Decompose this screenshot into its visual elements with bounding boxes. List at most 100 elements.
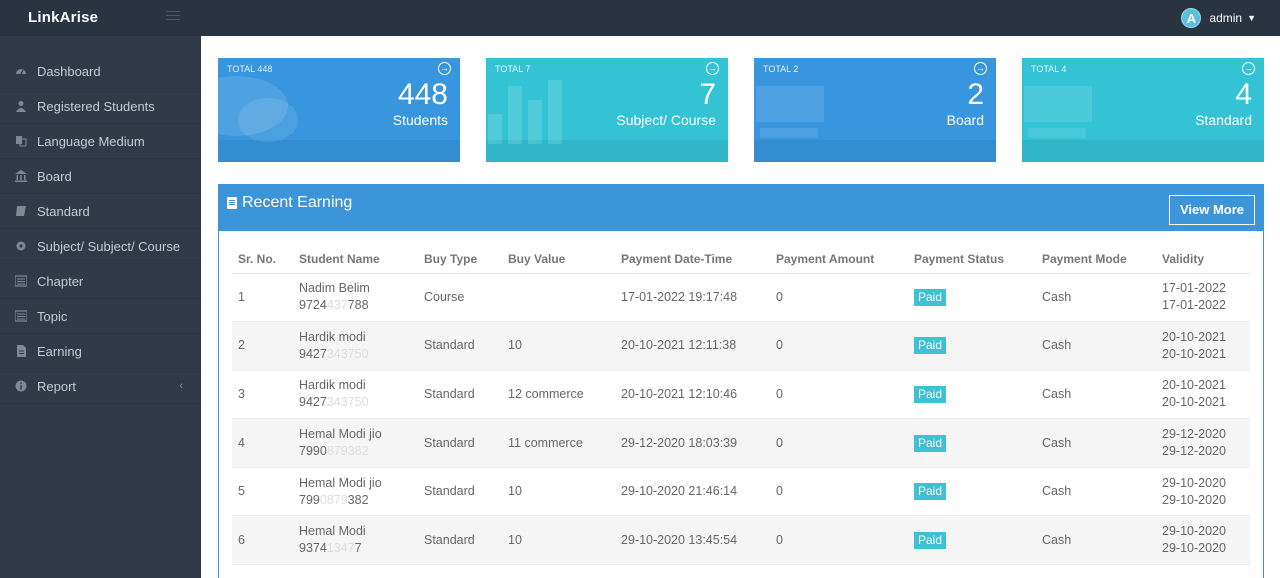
list-icon	[15, 275, 27, 287]
sr-no: 4	[232, 418, 293, 468]
payment-datetime: 17-01-2022 19:17:48	[615, 273, 770, 323]
column-header[interactable]: Payment Amount	[770, 245, 908, 274]
earning-table: Sr. No. Student Name Buy Type Buy Value …	[232, 245, 1250, 566]
column-header[interactable]: Student Name	[293, 245, 418, 274]
stat-footer-text: TOTAL 2	[763, 64, 799, 74]
sr-no: 3	[232, 370, 293, 420]
column-header[interactable]: Sr. No.	[232, 245, 293, 274]
sidebar-item-label: Topic	[37, 308, 68, 324]
status-badge: Paid	[914, 288, 947, 306]
student-name: Hemal Modi	[299, 524, 366, 539]
stat-card-students[interactable]: 448 Students TOTAL 448 →	[218, 58, 460, 162]
stat-card-board[interactable]: 2 Board TOTAL 2 →	[754, 58, 996, 162]
student-phone: 937413477	[299, 541, 362, 556]
language-icon	[16, 136, 27, 147]
arrow-circle-right-icon[interactable]: →	[1242, 62, 1255, 75]
payment-status-cell: Paid	[908, 418, 1036, 468]
dashboard-icon	[16, 69, 26, 75]
list-alt-icon	[15, 310, 27, 322]
sidebar-item-language-medium[interactable]: Language Medium	[0, 124, 201, 159]
panel-title-text: Recent Earning	[242, 194, 353, 211]
sidebar-item-dashboard[interactable]: Dashboard	[0, 54, 201, 89]
hamburger-menu-icon[interactable]	[166, 11, 180, 23]
column-header[interactable]: Buy Value	[502, 245, 615, 274]
buy-value: 10	[502, 321, 615, 371]
table-row[interactable]: 5 Hemal Modi jio 7990879382 Standard 10 2…	[232, 467, 1250, 517]
sidebar-item-earning[interactable]: Earning	[0, 334, 201, 369]
sidebar-item-board[interactable]: Board	[0, 159, 201, 194]
sidebar-item-report[interactable]: Report ‹	[0, 369, 201, 404]
username: admin	[1209, 11, 1243, 25]
book-icon	[16, 206, 26, 216]
payment-amount: 0	[770, 321, 908, 371]
sidebar-item-label: Registered Students	[37, 98, 155, 114]
student-name: Hemal Modi jio	[299, 475, 382, 490]
student-name: Hardik modi	[299, 378, 366, 393]
column-header[interactable]: Payment Date-Time	[615, 245, 770, 274]
sidebar-item-chapter[interactable]: Chapter	[0, 264, 201, 299]
brand-logo[interactable]: LinkArise	[28, 9, 98, 26]
view-more-button[interactable]: View More	[1169, 195, 1255, 225]
payment-mode: Cash	[1036, 273, 1156, 323]
column-header[interactable]: Buy Type	[418, 245, 502, 274]
table-row[interactable]: 1 Nadim Belim 9724437788 Course 17-01-202…	[232, 273, 1250, 323]
sidebar-item-standard[interactable]: Standard	[0, 194, 201, 229]
sr-no: 1	[232, 273, 293, 323]
stat-value: 2	[967, 78, 984, 111]
user-menu[interactable]: A admin ▼	[1181, 6, 1256, 30]
arrow-circle-right-icon[interactable]: →	[706, 62, 719, 75]
buy-type: Standard	[418, 467, 502, 517]
table-row[interactable]: 2 Hardik modi 9427343750 Standard 10 20-1…	[232, 321, 1250, 371]
sr-no: 5	[232, 467, 293, 517]
stat-label: Standard	[1195, 112, 1252, 128]
sidebar-item-registered-students[interactable]: Registered Students	[0, 89, 201, 124]
arrow-circle-right-icon[interactable]: →	[438, 62, 451, 75]
payment-mode: Cash	[1036, 370, 1156, 420]
payment-status-cell: Paid	[908, 515, 1036, 566]
arrow-circle-right-icon[interactable]: →	[974, 62, 987, 75]
validity-cell: 20-10-2021 20-10-2021	[1156, 370, 1250, 420]
student-name-cell: Hemal Modi 937413477	[293, 515, 418, 566]
payment-status-cell: Paid	[908, 370, 1036, 420]
buy-value: 11 commerce	[502, 418, 615, 468]
column-header[interactable]: Payment Status	[908, 245, 1036, 274]
table-row[interactable]: 4 Hemal Modi jio 7990879382 Standard 11 c…	[232, 418, 1250, 468]
payment-status-cell: Paid	[908, 273, 1036, 323]
payment-mode: Cash	[1036, 418, 1156, 468]
sidebar-item-label: Earning	[37, 343, 82, 359]
stat-value: 7	[699, 78, 716, 111]
student-name-cell: Hardik modi 9427343750	[293, 370, 418, 420]
sr-no: 6	[232, 515, 293, 566]
stat-footer	[486, 140, 728, 162]
column-header[interactable]: Payment Mode	[1036, 245, 1156, 274]
student-name-cell: Hemal Modi jio 7990879382	[293, 467, 418, 517]
payment-mode: Cash	[1036, 321, 1156, 371]
buy-type: Standard	[418, 370, 502, 420]
table-row[interactable]: 6 Hemal Modi 937413477 Standard 10 29-10-…	[232, 515, 1250, 566]
sidebar-item-subject-course[interactable]: Subject/ Subject/ Course	[0, 229, 201, 264]
sidebar-item-topic[interactable]: Topic	[0, 299, 201, 334]
stat-card-standard[interactable]: 4 Standard TOTAL 4 →	[1022, 58, 1264, 162]
student-phone: 7990879382	[299, 444, 369, 459]
student-phone: 9724437788	[299, 298, 369, 313]
file-icon	[227, 197, 237, 209]
payment-amount: 0	[770, 273, 908, 323]
stat-card-subject-course[interactable]: 7 Subject/ Course TOTAL 7 →	[486, 58, 728, 162]
student-name-cell: Nadim Belim 9724437788	[293, 273, 418, 323]
payment-datetime: 20-10-2021 12:11:38	[615, 321, 770, 371]
stat-footer	[218, 140, 460, 162]
table-row[interactable]: 3 Hardik modi 9427343750 Standard 12 comm…	[232, 370, 1250, 420]
stat-label: Board	[946, 112, 984, 128]
buy-value: 12 commerce	[502, 370, 615, 420]
buy-value: 10	[502, 515, 615, 566]
recent-earning-panel: Recent Earning View More Sr. No. Student…	[218, 184, 1264, 578]
status-badge: Paid	[914, 483, 947, 501]
payment-status-cell: Paid	[908, 467, 1036, 517]
student-phone: 7990879382	[299, 492, 369, 507]
buy-value	[502, 273, 615, 323]
student-name: Hemal Modi jio	[299, 427, 382, 442]
payment-datetime: 29-10-2020 21:46:14	[615, 467, 770, 517]
chevron-left-icon: ‹	[179, 380, 183, 392]
column-header[interactable]: Validity	[1156, 245, 1250, 274]
status-badge: Paid	[914, 337, 947, 355]
